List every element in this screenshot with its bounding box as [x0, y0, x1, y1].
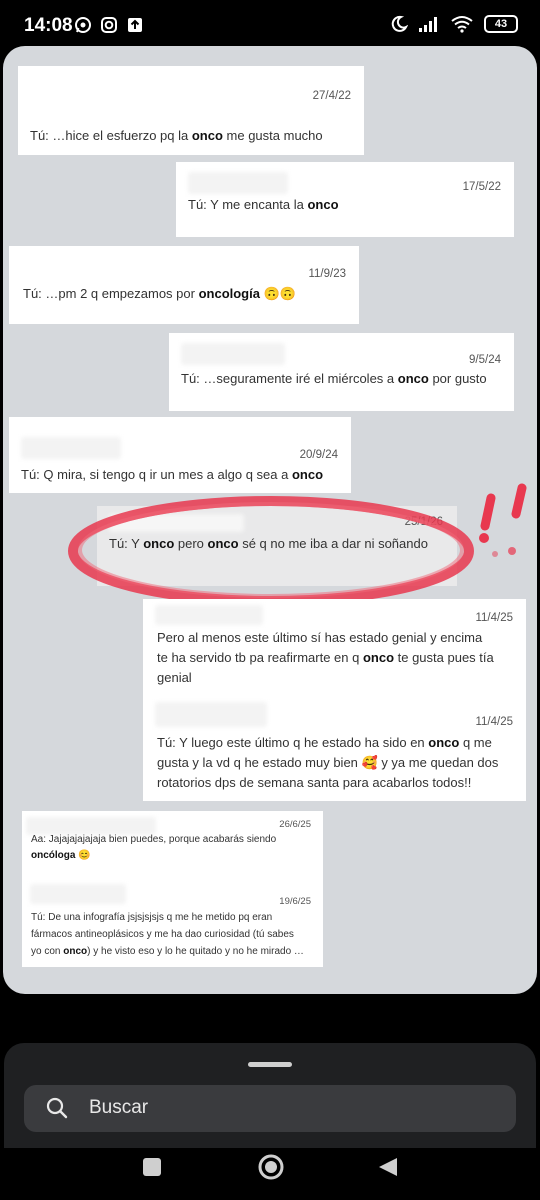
screenshot-viewer: 27/4/22 Tú: …hice el esfuerzo pq la onco… [3, 46, 537, 994]
search-bar[interactable]: Buscar [24, 1085, 516, 1132]
bottom-sheet: Buscar [4, 1043, 536, 1148]
message-date: 11/4/25 [475, 612, 513, 624]
search-label: Buscar [89, 1097, 149, 1118]
whatsapp-icon [75, 17, 91, 33]
status-time: 14:08 [24, 15, 73, 36]
navigation-bar [0, 1148, 540, 1200]
message-card: 11/4/25 Pero al menos este último sí has… [143, 599, 526, 801]
message-date: 19/6/25 [279, 896, 311, 907]
wifi-icon [451, 16, 473, 33]
message-text: Pero al menos este último sí has estado … [157, 630, 494, 685]
search-icon [46, 1097, 68, 1119]
message-date: 26/6/25 [279, 819, 311, 830]
redacted-name [155, 605, 263, 625]
message-text: Tú: De una infografía jsjsjsjsjs q me he… [31, 912, 304, 957]
battery-indicator: 43 [484, 15, 518, 33]
message-card: 26/6/25 Aa: Jajajajajajaja bien puedes, … [22, 811, 323, 967]
home-button[interactable] [257, 1153, 285, 1181]
redacted-name [30, 884, 126, 904]
message-date: 11/4/25 [475, 716, 513, 728]
instagram-icon [101, 17, 117, 33]
redacted-name [155, 702, 267, 727]
upload-icon [128, 18, 142, 32]
signal-icon [419, 17, 437, 32]
recents-button[interactable] [143, 1158, 161, 1176]
back-button[interactable] [377, 1156, 399, 1178]
status-system-icons: 43 [390, 15, 518, 33]
drag-handle[interactable] [248, 1062, 292, 1067]
message-text: Tú: Y luego este último q he estado ha s… [157, 735, 499, 790]
status-notification-icons [74, 16, 144, 34]
moon-icon [391, 15, 408, 32]
message-text: Aa: Jajajajajajaja bien puedes, porque a… [31, 834, 277, 861]
status-bar: 14:08 43 [0, 0, 540, 52]
